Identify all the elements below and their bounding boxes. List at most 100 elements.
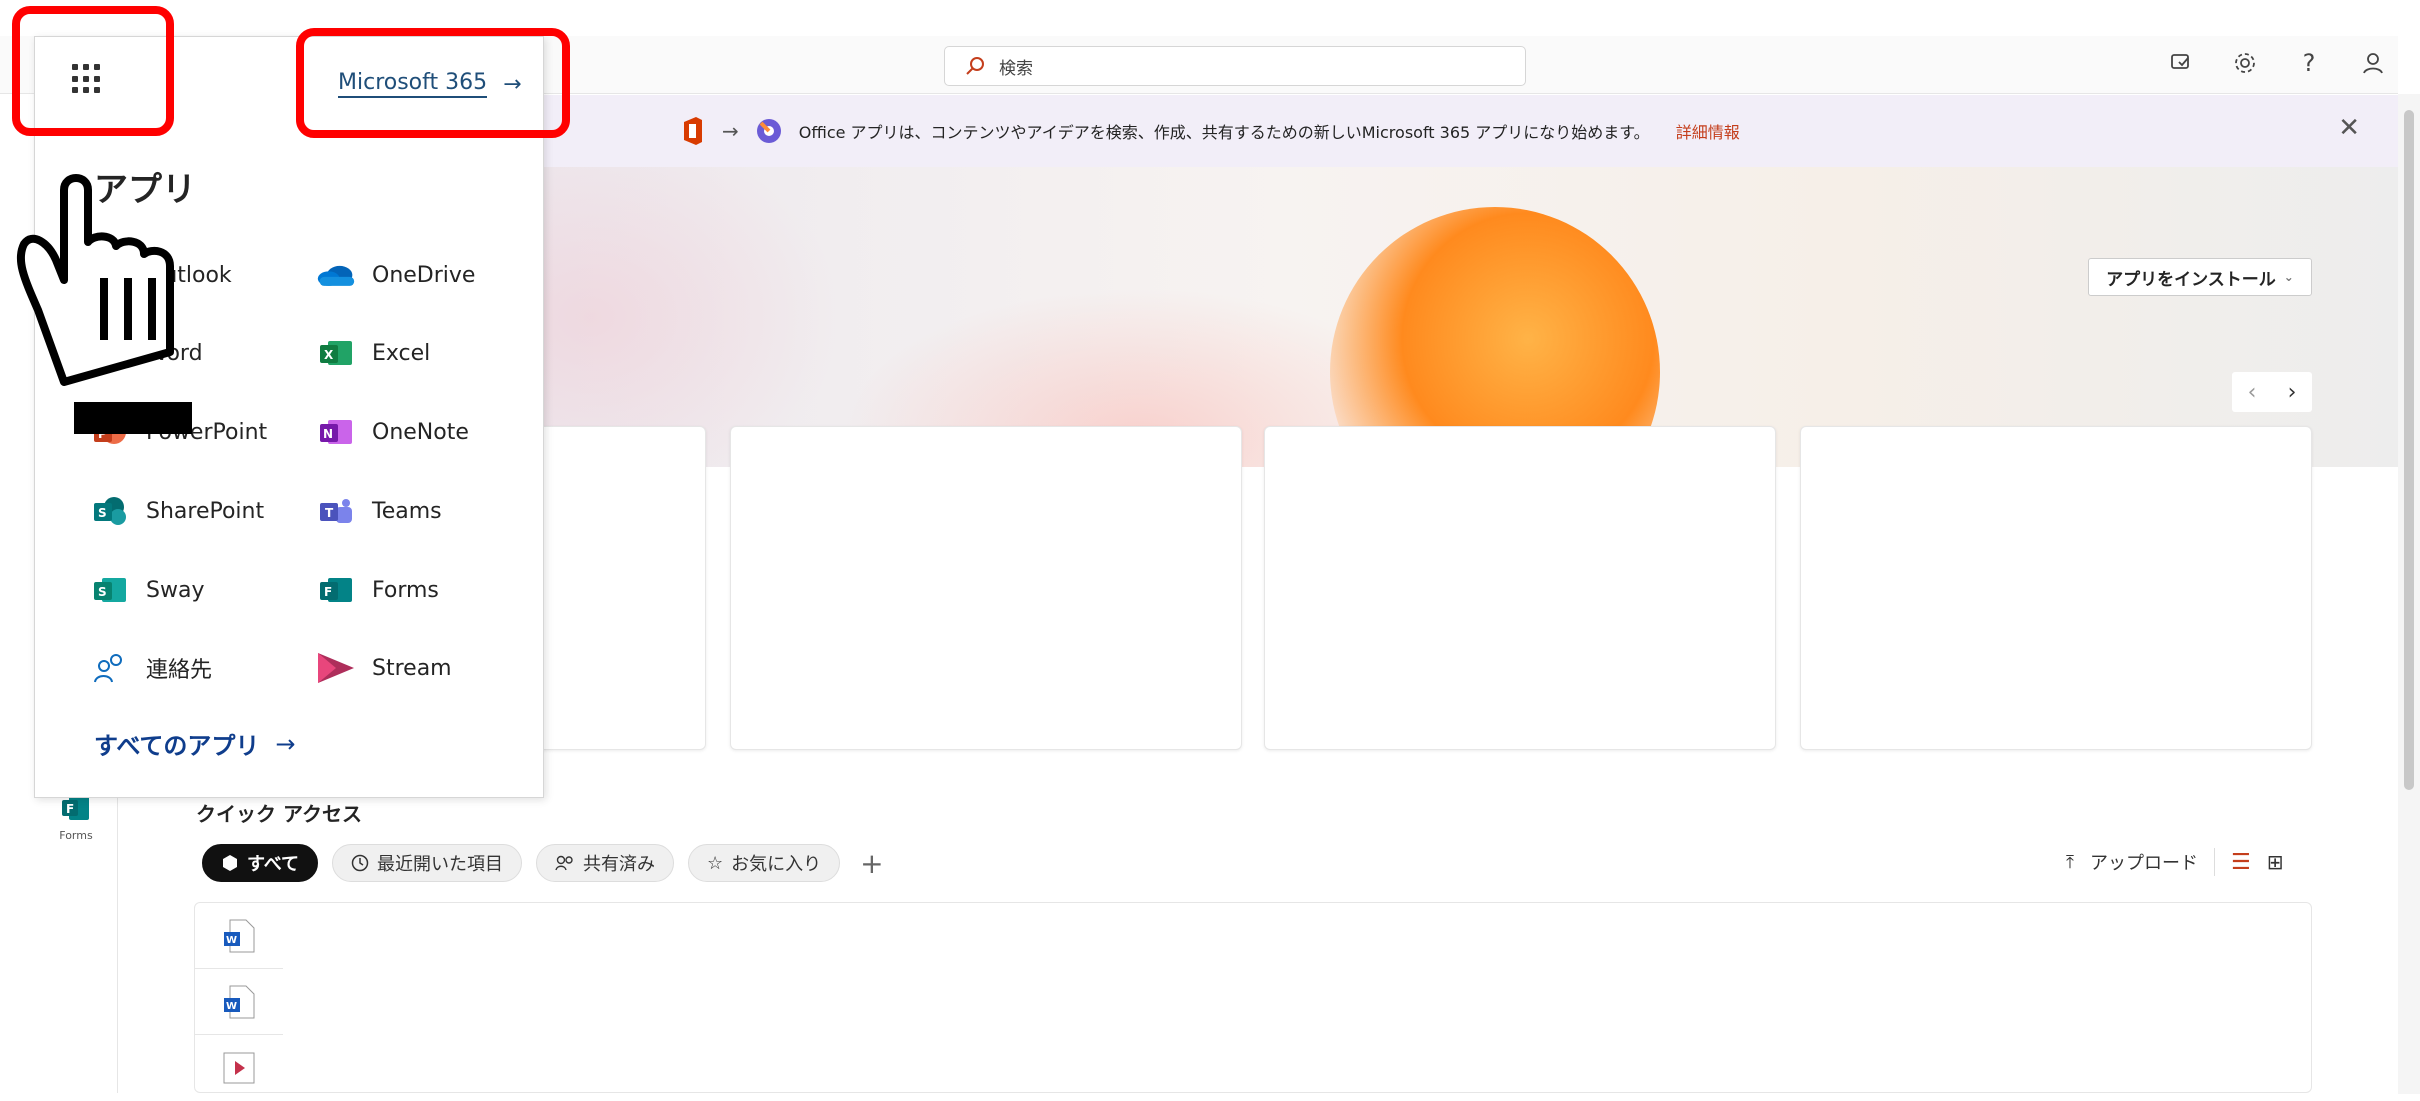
gear-icon[interactable] xyxy=(2230,48,2260,78)
star-icon: ☆ xyxy=(707,852,724,874)
svg-text:W: W xyxy=(226,935,237,946)
chip-label: お気に入り xyxy=(731,854,822,875)
chip-shared[interactable]: 共有済み xyxy=(536,844,675,882)
chip-recent[interactable]: 最近開いた項目 xyxy=(332,844,523,882)
feedback-icon[interactable] xyxy=(2166,48,2196,78)
forms-icon: F xyxy=(316,572,356,608)
app-label: Forms xyxy=(372,577,439,603)
svg-text:F: F xyxy=(324,585,332,599)
rail-item-label: Forms xyxy=(59,829,93,842)
file-list: W W xyxy=(194,902,2312,1093)
upload-button[interactable]: アップロード xyxy=(2090,849,2198,875)
list-item[interactable]: W xyxy=(195,903,283,969)
app-sharepoint[interactable]: S SharePoint xyxy=(90,493,264,529)
word-file-icon: W xyxy=(224,985,255,1018)
arrow-right-icon: → xyxy=(275,729,296,758)
chip-label: すべて xyxy=(247,854,300,875)
forms-icon: F xyxy=(62,796,89,820)
app-contacts[interactable]: 連絡先 xyxy=(90,650,212,686)
contacts-icon xyxy=(90,650,130,686)
onenote-icon: N xyxy=(316,414,356,450)
filter-chips: すべて 最近開いた項目 共有済み ☆ お気に入り + xyxy=(202,844,884,882)
banner-text: Office アプリは、コンテンツやアイデアを検索、作成、共有するための新しいM… xyxy=(798,123,1650,142)
app-label: Excel xyxy=(372,340,431,366)
clock-icon xyxy=(351,854,369,872)
chevron-right-icon[interactable]: › xyxy=(2288,380,2297,405)
app-onedrive[interactable]: OneDrive xyxy=(316,257,475,293)
svg-text:S: S xyxy=(98,506,107,520)
top-icons: ? xyxy=(2166,48,2388,78)
svg-text:X: X xyxy=(324,348,334,362)
search-placeholder: 検索 xyxy=(999,58,1033,79)
hero-background xyxy=(540,167,2398,467)
announcement-banner: → Office アプリは、コンテンツやアイデアを検索、作成、共有するための新し… xyxy=(540,95,2398,167)
account-icon[interactable] xyxy=(2358,48,2388,78)
svg-text:T: T xyxy=(325,506,334,520)
chevron-down-icon: ⌄ xyxy=(2283,270,2294,284)
recommended-card[interactable] xyxy=(1800,426,2312,750)
app-sway[interactable]: S Sway xyxy=(90,572,204,608)
m365-logo-icon xyxy=(756,119,781,143)
rail-item-forms[interactable]: F Forms xyxy=(34,794,118,842)
install-apps-label: アプリをインストール xyxy=(2106,269,2276,290)
app-onenote[interactable]: N OneNote xyxy=(316,414,469,450)
app-label: Stream xyxy=(372,655,452,681)
excel-icon: X xyxy=(316,335,356,371)
close-icon[interactable]: ✕ xyxy=(2338,113,2360,143)
all-apps-label: すべてのアプリ xyxy=(94,732,260,760)
arrow-icon: → xyxy=(722,119,739,143)
video-file-icon xyxy=(223,1052,255,1084)
help-icon[interactable]: ? xyxy=(2294,48,2324,78)
quick-access-actions: ⤒ アップロード ☰ ⊞ xyxy=(2066,848,2283,876)
upload-icon[interactable]: ⤒ xyxy=(2066,852,2074,873)
cube-icon xyxy=(223,855,237,871)
list-view-icon[interactable]: ☰ xyxy=(2231,850,2251,875)
add-filter-icon[interactable]: + xyxy=(860,847,883,880)
chevron-left-icon[interactable]: ‹ xyxy=(2248,380,2257,405)
recommended-card[interactable] xyxy=(730,426,1242,750)
hero-decoration xyxy=(540,167,840,467)
app-label: Teams xyxy=(372,498,442,524)
chip-favorites[interactable]: ☆ お気に入り xyxy=(688,844,841,882)
divider xyxy=(2213,848,2215,876)
chip-label: 共有済み xyxy=(583,854,656,875)
sway-icon: S xyxy=(90,572,130,608)
search-box[interactable]: 検索 xyxy=(944,46,1526,86)
word-file-icon: W xyxy=(224,919,255,952)
scrollbar-thumb[interactable] xyxy=(2404,110,2414,790)
grid-view-icon[interactable]: ⊞ xyxy=(2267,850,2284,874)
sharepoint-icon: S xyxy=(90,493,130,529)
install-apps-button[interactable]: アプリをインストール ⌄ xyxy=(2088,258,2312,296)
app-label: 連絡先 xyxy=(146,658,213,683)
recommended-card[interactable] xyxy=(1264,426,1776,750)
teams-icon: T xyxy=(316,493,356,529)
office-logo-icon xyxy=(684,117,702,145)
svg-text:S: S xyxy=(98,585,107,599)
carousel-nav: ‹ › xyxy=(2232,372,2312,412)
list-item[interactable] xyxy=(195,1035,283,1101)
pointing-hand-icon xyxy=(16,174,192,434)
app-excel[interactable]: X Excel xyxy=(316,335,430,371)
app-teams[interactable]: T Teams xyxy=(316,493,442,529)
app-forms[interactable]: F Forms xyxy=(316,572,439,608)
app-label: SharePoint xyxy=(146,498,265,524)
app-label: Sway xyxy=(146,577,205,603)
people-icon xyxy=(555,855,573,871)
stream-icon xyxy=(316,650,356,686)
banner-learn-more-link[interactable]: 詳細情報 xyxy=(1676,119,1740,143)
onedrive-icon xyxy=(316,257,356,293)
quick-access-title: クイック アクセス xyxy=(196,802,362,826)
svg-text:F: F xyxy=(66,802,74,816)
app-label: OneNote xyxy=(372,419,469,445)
list-item[interactable]: W xyxy=(195,969,283,1035)
chip-all[interactable]: すべて xyxy=(202,844,319,882)
all-apps-link[interactable]: すべてのアプリ → xyxy=(94,726,295,761)
app-stream[interactable]: Stream xyxy=(316,650,452,686)
chip-label: 最近開いた項目 xyxy=(377,854,504,875)
search-icon xyxy=(966,57,984,75)
highlight-waffle xyxy=(12,6,174,136)
svg-text:W: W xyxy=(226,1001,237,1012)
app-label: OneDrive xyxy=(372,262,476,288)
svg-text:N: N xyxy=(323,427,333,441)
highlight-microsoft-365 xyxy=(296,28,570,138)
